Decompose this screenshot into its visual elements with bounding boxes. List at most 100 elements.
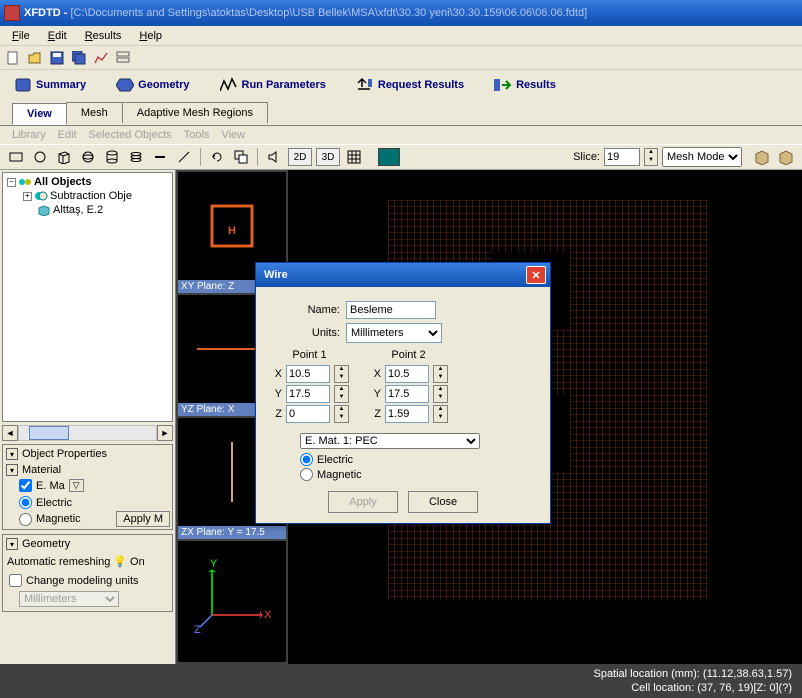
expand-icon[interactable]: + [23,192,32,201]
tab-summary[interactable]: Summary [6,73,94,97]
box-tool[interactable] [54,147,74,167]
cylinder-tool[interactable] [102,147,122,167]
p2y-up[interactable]: ▲ [434,386,447,394]
p1z-down[interactable]: ▼ [335,414,348,422]
p1x-input[interactable] [286,365,330,383]
scroll-right[interactable]: ► [157,425,173,441]
tab-geometry[interactable]: Geometry [108,73,197,97]
collapse-icon[interactable]: − [7,178,16,187]
svg-text:Y: Y [210,558,218,570]
menu-edit[interactable]: Edit [40,28,75,44]
slice-input[interactable] [604,148,640,166]
slice-up[interactable]: ▲ [645,149,657,157]
subtab-mesh[interactable]: Mesh [66,102,123,123]
material-collapse[interactable]: ▾ [6,464,18,476]
p1x-down[interactable]: ▼ [335,374,348,382]
scroll-left[interactable]: ◄ [2,425,18,441]
object-properties-panel: ▾ Object Properties ▾ Material E. Ma ▽ E… [2,444,173,530]
tree-root[interactable]: − All Objects [5,175,170,189]
copy-tool[interactable] [231,147,251,167]
point2-group: Point 2 X▲▼ Y▲▼ Z▲▼ [369,349,448,425]
p2x-input[interactable] [385,365,429,383]
subtab-adaptive[interactable]: Adaptive Mesh Regions [122,102,268,123]
properties-button[interactable] [114,49,132,67]
electric-radio[interactable] [19,496,32,509]
objects-icon [18,176,32,188]
shape-toolbar: 2D 3D Slice: ▲▼ Mesh Mode [0,144,802,170]
p1y-down[interactable]: ▼ [335,394,348,402]
stack-tool[interactable] [126,147,146,167]
color-picker[interactable] [378,148,400,166]
chart-button[interactable] [92,49,110,67]
magnetic-radio[interactable] [19,513,32,526]
menu-help[interactable]: Help [131,28,170,44]
change-units-check[interactable] [9,574,22,587]
p2z-up[interactable]: ▲ [434,406,447,414]
new-button[interactable] [4,49,22,67]
p2y-down[interactable]: ▼ [434,394,447,402]
material-picker[interactable]: ▽ [69,479,84,492]
open-button[interactable] [26,49,44,67]
scroll-thumb[interactable] [29,426,69,440]
save-button[interactable] [48,49,66,67]
p1z-up[interactable]: ▲ [335,406,348,414]
close-button[interactable]: Close [408,491,478,513]
sub-tab-bar: View Mesh Adaptive Mesh Regions [0,100,802,126]
grid-button[interactable] [344,147,364,167]
p1x-up[interactable]: ▲ [335,366,348,374]
p1z-input[interactable] [286,405,330,423]
view3d-alt-icon[interactable] [776,147,796,167]
mesh-mode-select[interactable]: Mesh Mode [662,147,742,167]
tab-results[interactable]: Results [486,73,564,97]
circle-tool[interactable] [30,147,50,167]
sphere-tool[interactable] [78,147,98,167]
rect-tool[interactable] [6,147,26,167]
status-bar: Spatial location (mm): (11.12,38.63,1.57… [0,664,802,698]
tab-run-parameters[interactable]: Run Parameters [212,73,334,97]
p1y-input[interactable] [286,385,330,403]
main-toolbar [0,46,802,70]
object-tree[interactable]: − All Objects + Subtraction Obje Alttaş,… [2,172,173,422]
wire-tool[interactable] [174,147,194,167]
audio-icon[interactable] [264,147,284,167]
material-select-dialog[interactable]: E. Mat. 1: PEC [300,433,480,449]
slice-down[interactable]: ▼ [645,157,657,165]
apply-material-button[interactable]: Apply M [116,511,170,527]
save-all-button[interactable] [70,49,88,67]
geom-collapse[interactable]: ▾ [6,538,18,550]
menu-results[interactable]: Results [77,28,130,44]
left-panel: − All Objects + Subtraction Obje Alttaş,… [0,170,176,664]
p2y-input[interactable] [385,385,429,403]
p2z-down[interactable]: ▼ [434,414,447,422]
line-tool[interactable] [150,147,170,167]
apply-button[interactable]: Apply [328,491,398,513]
props-collapse[interactable]: ▾ [6,448,18,460]
cell-location: Cell location: (37, 76, 19)[Z: 0](?) [593,681,792,695]
title-bar: XFDTD - [C:\Documents and Settings\atokt… [0,0,802,26]
close-icon[interactable]: ✕ [526,266,546,284]
material-check[interactable] [19,479,32,492]
rotate-tool[interactable] [207,147,227,167]
svg-text:H: H [228,225,236,237]
view3d-icon[interactable] [752,147,772,167]
name-input[interactable] [346,301,436,319]
view-2d-button[interactable]: 2D [288,148,312,166]
dialog-title-bar[interactable]: Wire ✕ [256,263,550,287]
tree-hscroll[interactable]: ◄ ► [2,424,173,442]
menu-file[interactable]: File [4,28,38,44]
tree-item-alttas[interactable]: Alttaş, E.2 [5,203,170,217]
p2x-down[interactable]: ▼ [434,374,447,382]
p1y-up[interactable]: ▲ [335,386,348,394]
p2z-input[interactable] [385,405,429,423]
tree-subtraction[interactable]: + Subtraction Obje [5,189,170,203]
tab-request-results[interactable]: Request Results [348,73,472,97]
name-label: Name: [270,304,340,316]
dialog-electric-radio[interactable] [300,453,313,466]
view-3d-button[interactable]: 3D [316,148,340,166]
submenu-selected: Selected Objects [89,129,172,141]
units-select-dialog[interactable]: Millimeters [346,323,442,343]
dialog-magnetic-radio[interactable] [300,468,313,481]
thumb-3d[interactable]: Y X Z [178,541,286,662]
p2x-up[interactable]: ▲ [434,366,447,374]
subtab-view[interactable]: View [12,103,67,125]
